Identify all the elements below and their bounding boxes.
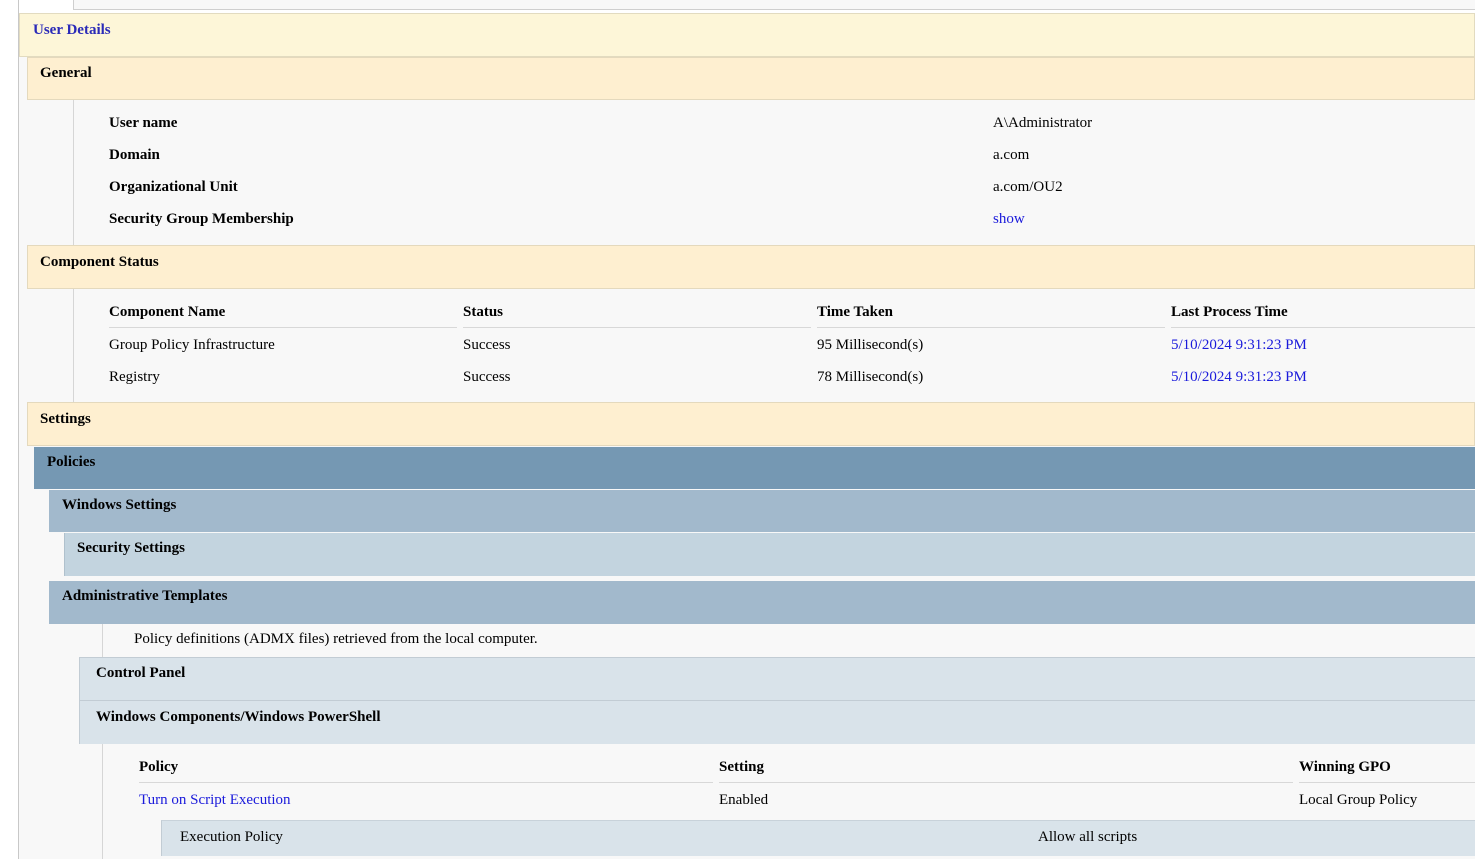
component-status-title: Component Status <box>40 254 159 270</box>
component-name-cell: Registry <box>109 369 160 385</box>
security-settings-title: Security Settings <box>77 540 185 556</box>
domain-value: a.com <box>993 147 1030 163</box>
user-name-label: User name <box>109 115 178 131</box>
col-setting: Setting <box>719 759 764 775</box>
user-details-title: User Details <box>33 22 111 38</box>
ou-value: a.com/OU2 <box>993 179 1063 195</box>
turn-on-script-execution-link[interactable]: Turn on Script Execution <box>139 792 291 809</box>
winning-gpo-value: Local Group Policy <box>1299 792 1418 808</box>
user-name-value: A\Administrator <box>993 115 1093 131</box>
header-underline <box>109 327 457 328</box>
execution-policy-row: Execution Policy Allow all scripts <box>161 820 1475 856</box>
component-status-table: Component Name Status Time Taken Last Pr… <box>73 289 1475 402</box>
col-status: Status <box>463 304 504 320</box>
policy-table: Policy Setting Winning GPO Turn on Scrip… <box>102 744 1475 859</box>
general-section-title: General <box>40 65 92 81</box>
status-cell: Success <box>463 369 511 385</box>
header-underline <box>1299 782 1475 783</box>
admx-note-area: Policy definitions (ADMX files) retrieve… <box>102 624 1475 657</box>
domain-label: Domain <box>109 147 160 163</box>
general-section-header[interactable]: General <box>27 57 1475 100</box>
col-policy: Policy <box>139 759 179 775</box>
administrative-templates-title: Administrative Templates <box>62 588 228 604</box>
general-content: User name A\Administrator Domain a.com O… <box>73 100 1475 245</box>
security-settings-header[interactable]: Security Settings <box>64 533 1475 576</box>
powershell-header[interactable]: Windows Components/Windows PowerShell <box>79 700 1475 744</box>
col-winning-gpo: Winning GPO <box>1299 759 1391 775</box>
top-strip <box>73 0 1475 10</box>
header-underline <box>463 327 811 328</box>
last-process-time-link[interactable]: 5/10/2024 9:31:23 PM <box>1171 369 1307 386</box>
last-process-time-link[interactable]: 5/10/2024 9:31:23 PM <box>1171 337 1307 354</box>
policies-title: Policies <box>47 454 96 470</box>
policies-header[interactable]: Policies <box>34 447 1475 489</box>
component-name-cell: Group Policy Infrastructure <box>109 337 275 353</box>
col-last-process-time: Last Process Time <box>1171 304 1288 320</box>
user-details-header[interactable]: User Details <box>19 13 1475 57</box>
settings-section-header[interactable]: Settings <box>27 402 1475 446</box>
policy-setting-value: Enabled <box>719 792 769 808</box>
component-status-header[interactable]: Component Status <box>27 245 1475 289</box>
col-time-taken: Time Taken <box>817 304 894 320</box>
time-taken-cell: 78 Millisecond(s) <box>817 369 924 385</box>
time-taken-cell: 95 Millisecond(s) <box>817 337 924 353</box>
administrative-templates-header[interactable]: Administrative Templates <box>49 581 1475 624</box>
status-cell: Success <box>463 337 511 353</box>
execution-policy-value: Allow all scripts <box>1038 829 1138 845</box>
header-underline <box>1171 327 1475 328</box>
header-underline <box>719 782 1293 783</box>
show-groups-link[interactable]: show <box>993 211 1025 228</box>
execution-policy-label: Execution Policy <box>180 829 283 845</box>
header-underline <box>817 327 1165 328</box>
admx-note: Policy definitions (ADMX files) retrieve… <box>134 631 538 647</box>
windows-settings-header[interactable]: Windows Settings <box>49 490 1475 532</box>
ou-label: Organizational Unit <box>109 179 238 195</box>
powershell-title: Windows Components/Windows PowerShell <box>96 709 381 725</box>
security-group-label: Security Group Membership <box>109 211 294 227</box>
windows-settings-title: Windows Settings <box>62 497 177 513</box>
col-component-name: Component Name <box>109 304 226 320</box>
control-panel-title: Control Panel <box>96 665 186 681</box>
control-panel-header[interactable]: Control Panel <box>79 657 1475 700</box>
header-underline <box>139 782 713 783</box>
settings-section-title: Settings <box>40 411 91 427</box>
